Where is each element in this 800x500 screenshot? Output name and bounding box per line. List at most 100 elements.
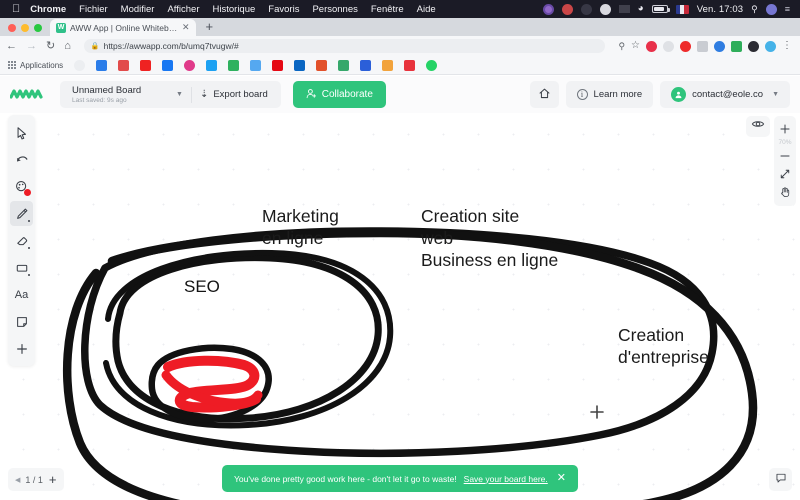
pen-size-dot[interactable] — [28, 220, 30, 222]
menu-item-chrome[interactable]: Chrome — [30, 4, 66, 15]
extension-blue-icon[interactable] — [714, 40, 725, 52]
chat-button[interactable] — [769, 468, 792, 491]
bookmark-netflix[interactable] — [272, 59, 284, 71]
bookmark-drive[interactable] — [228, 59, 240, 71]
eraser-size-dot[interactable] — [28, 247, 30, 249]
menu-item-fichier[interactable]: Fichier — [79, 4, 108, 15]
color-picker-tool[interactable] — [10, 174, 33, 199]
select-tool[interactable] — [10, 120, 33, 145]
apple-logo-icon[interactable]:  — [12, 3, 20, 15]
forward-icon[interactable]: → — [26, 40, 37, 52]
search-icon[interactable]: ⚲ — [751, 4, 758, 15]
tab-close-icon[interactable]: ✕ — [182, 23, 190, 32]
collaborate-button[interactable]: Collaborate — [292, 81, 386, 108]
menu-item-afficher[interactable]: Afficher — [167, 4, 199, 15]
bookmark-twitter[interactable] — [206, 59, 218, 71]
wifi-icon[interactable]: ◕ — [638, 4, 644, 14]
star-icon[interactable]: ☆ — [631, 41, 640, 51]
home-icon[interactable]: ⌂ — [64, 40, 71, 52]
close-icon[interactable]: ✕ — [555, 473, 566, 484]
chevron-down-icon[interactable]: ▼ — [174, 91, 191, 98]
board-name-field[interactable]: Unnamed Board Last saved: 9s ago — [64, 85, 174, 105]
bookmark-e[interactable] — [404, 59, 416, 71]
shape-options-dot[interactable] — [28, 274, 30, 276]
siri-icon[interactable] — [542, 3, 554, 15]
bookmark-linkedin[interactable] — [294, 59, 306, 71]
bookmark-analytics[interactable] — [250, 59, 262, 71]
extension-opera-icon[interactable] — [680, 40, 691, 52]
fit-screen-button[interactable] — [775, 165, 795, 183]
zoom-in-button[interactable] — [775, 120, 795, 138]
browser-tab[interactable]: W AWW App | Online Whiteboar ✕ — [50, 19, 196, 36]
add-tool[interactable] — [10, 336, 33, 361]
profile-avatar[interactable] — [765, 40, 776, 52]
pen-tool[interactable] — [10, 201, 33, 226]
zoom-out-button[interactable] — [775, 147, 795, 165]
menu-item-aide[interactable]: Aide — [417, 4, 436, 15]
browser-tab-strip: W AWW App | Online Whiteboar ✕ + — [0, 18, 800, 36]
address-bar[interactable]: 🔒 https://awwapp.com/b/umq7tvugw/# — [83, 39, 606, 53]
export-board-button[interactable]: ⇣ Export board — [192, 89, 277, 100]
undo-tool[interactable] — [10, 147, 33, 172]
new-tab-button[interactable]: + — [206, 19, 214, 36]
maximize-window-button[interactable] — [34, 24, 42, 32]
bookmark-apps[interactable]: Applications — [8, 61, 63, 70]
bookmark-calendar[interactable] — [118, 59, 130, 71]
bookmark-facebook[interactable] — [162, 59, 174, 71]
extension-red-icon[interactable] — [646, 40, 657, 52]
bookmark-photo[interactable] — [316, 59, 328, 71]
menu-item-personnes[interactable]: Personnes — [312, 4, 357, 15]
save-board-link[interactable]: Save your board here. — [464, 474, 548, 484]
bookmark-google[interactable] — [74, 59, 86, 71]
current-color-swatch[interactable] — [24, 189, 31, 196]
menu-item-modifier[interactable]: Modifier — [121, 4, 155, 15]
bookmark-instagram[interactable] — [184, 59, 196, 71]
control-center-icon[interactable] — [765, 3, 777, 15]
extension-grey-icon[interactable] — [663, 40, 674, 52]
pan-hand-button[interactable] — [775, 183, 795, 201]
bookmark-chart[interactable] — [382, 59, 394, 71]
menu-bar-clock[interactable]: Ven. 17:03 — [697, 4, 743, 15]
chevron-left-icon[interactable]: ◀ — [15, 476, 20, 484]
browser-menu-kebab-icon[interactable]: ⋮ — [782, 41, 792, 51]
home-button[interactable] — [529, 81, 559, 108]
menu-item-historique[interactable]: Historique — [213, 4, 256, 15]
sticky-note-tool[interactable] — [10, 309, 33, 334]
aww-logo[interactable] — [10, 87, 44, 103]
eraser-tool[interactable] — [10, 228, 33, 253]
flag-fr-icon[interactable] — [675, 4, 689, 14]
key-icon[interactable]: ⚲ — [618, 41, 625, 51]
reload-icon[interactable]: ↻ — [46, 40, 55, 52]
display-icon[interactable] — [618, 5, 630, 13]
bookmark-word[interactable] — [360, 59, 372, 71]
extension-grid-icon[interactable] — [697, 40, 708, 52]
shape-tool[interactable] — [10, 255, 33, 280]
minimize-window-button[interactable] — [21, 24, 29, 32]
battery-icon[interactable] — [651, 5, 670, 13]
bookmark-tool[interactable] — [338, 59, 350, 71]
whiteboard-canvas[interactable]: Marketing en ligne Creation site web Bus… — [0, 113, 800, 500]
chevron-down-icon[interactable]: ▼ — [769, 91, 779, 98]
bookmark-whatsapp[interactable] — [426, 59, 438, 71]
bookmark-mail[interactable] — [96, 59, 108, 71]
menu-item-fenetre[interactable]: Fenêtre — [371, 4, 404, 15]
account-menu-button[interactable]: contact@eole.co ▼ — [660, 81, 790, 108]
add-page-button[interactable]: + — [48, 473, 57, 486]
board-saved-status: Last saved: 9s ago — [72, 96, 127, 104]
extension-dark-icon[interactable] — [748, 40, 759, 52]
text-tool[interactable]: Aa — [10, 282, 33, 307]
bluetooth-icon[interactable] — [580, 3, 592, 15]
presentation-eye-button[interactable] — [746, 116, 770, 137]
back-icon[interactable]: ← — [6, 40, 17, 52]
bookmark-youtube[interactable] — [140, 59, 152, 71]
apps-grid-icon — [8, 61, 16, 69]
cloud-icon[interactable] — [599, 3, 611, 15]
menu-item-favoris[interactable]: Favoris — [268, 4, 299, 15]
close-window-button[interactable] — [8, 24, 16, 32]
learn-more-button[interactable]: i Learn more — [565, 81, 654, 108]
extension-green-icon[interactable] — [731, 40, 742, 52]
list-icon[interactable]: ≡ — [785, 4, 790, 14]
board-title: Unnamed Board — [72, 84, 142, 96]
lock-icon: 🔒 — [90, 43, 100, 50]
record-icon[interactable] — [561, 3, 573, 15]
